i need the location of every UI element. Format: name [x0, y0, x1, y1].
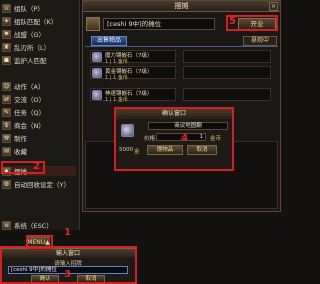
menu-item-label: 制作 — [14, 135, 27, 143]
slot-item-price: 1 | 1 金币 — [105, 74, 128, 81]
menu-item-icon: ♜ — [2, 42, 11, 52]
menu-item-icon: ✦ — [2, 16, 11, 26]
tab-divider — [85, 46, 278, 47]
slot-item-price: 1 | 1 金币 — [105, 58, 128, 65]
gem-icon — [92, 90, 102, 100]
message-button[interactable]: 悬观中 — [243, 36, 277, 46]
menu-item-2[interactable]: ⚑ 战盟（G） — [2, 29, 76, 39]
menu-item-label: 自动回收设定（Y） — [14, 181, 70, 189]
slot-currency: 金币 — [117, 58, 128, 65]
stall-slot[interactable]: 神速镶嵌石（7级） 1 | 1 金币 — [90, 88, 176, 103]
tab-sell-items[interactable]: 出售物品 — [91, 36, 127, 46]
slot-currency: 金币 — [117, 74, 128, 81]
menu-item-label: 战盟（G） — [14, 31, 46, 39]
slot-item-price: 1 | 1 金币 — [105, 96, 128, 103]
menu-item-icon: ☺ — [2, 81, 11, 91]
menu-item-10[interactable]: ⚒ 制作 — [2, 133, 76, 143]
menu-item-icon: $ — [2, 120, 11, 130]
close-icon[interactable]: × — [269, 2, 278, 11]
menu-item-6[interactable]: ☺ 动作（A） — [2, 81, 76, 91]
menu-item-label: 组队匹配（K） — [14, 18, 58, 26]
menu-item-label: 监护人匹配 — [14, 57, 47, 65]
menu-item-label: 交流（O） — [14, 96, 46, 104]
stall-window-title: 摆摊 — [83, 1, 280, 12]
menu-item-icon: ⚔ — [2, 3, 11, 13]
menu-item-icon: ✎ — [2, 107, 11, 117]
slot-price: 1 — [113, 58, 117, 65]
menu-item-14[interactable]: ⚙ 自动回收设定（Y） — [2, 179, 76, 189]
menu-item-icon: ≡ — [2, 220, 11, 230]
slot-price: 1 — [113, 96, 117, 103]
stall-window: 摆摊 × [ceshi 9中]的摊位 开业 出售物品 悬观中 魔力镶嵌石（7级）… — [82, 0, 281, 212]
stall-sign-icon — [86, 17, 100, 31]
step-number-1: 1 — [64, 227, 71, 238]
menu-item-icon: ⚙ — [2, 179, 11, 189]
menu-item-4[interactable]: ☗ 监护人匹配 — [2, 55, 76, 65]
menu-item-label: 任务（Q） — [14, 109, 46, 117]
highlight-confirm-dialog — [114, 107, 234, 171]
step-number-5: 5 — [229, 16, 236, 27]
step-number-4: 4 — [181, 133, 188, 144]
menu-item-icon: ⚑ — [2, 29, 11, 39]
slot-price: 1 — [113, 74, 117, 81]
menu-item-label: 收藏 — [14, 148, 27, 156]
step-number-2: 2 — [33, 161, 40, 172]
stall-slot[interactable] — [183, 50, 271, 63]
slot-qty: 1 — [105, 74, 109, 81]
slot-qty: 1 — [105, 96, 109, 103]
stall-name-field[interactable]: [ceshi 9中]的摊位 — [103, 18, 215, 30]
menu-item-1[interactable]: ✦ 组队匹配（K） — [2, 16, 76, 26]
menu-item-label: 动作（A） — [14, 83, 45, 91]
menu-item-label: 系统（ESC） — [14, 222, 53, 230]
menu-item-icon: ⚒ — [2, 133, 11, 143]
menu-item-3[interactable]: ♜ 乱刃所（L） — [2, 42, 76, 52]
step-number-3: 3 — [64, 269, 71, 280]
menu-item-icon: ⇄ — [2, 94, 11, 104]
stall-slot[interactable]: 黄金镶嵌石（7级） 1 | 1 金币 — [90, 66, 176, 81]
menu-item-0[interactable]: ⚔ 组队（P） — [2, 3, 76, 13]
menu-item-label: 商会（N） — [14, 122, 45, 130]
stall-slot[interactable] — [183, 66, 271, 79]
slot-qty: 1 — [105, 58, 109, 65]
menu-item-icon: ✉ — [2, 146, 11, 156]
menu-item-label: 乱刃所（L） — [14, 44, 51, 52]
gem-icon — [92, 68, 102, 78]
menu-item-8[interactable]: ✎ 任务（Q） — [2, 107, 76, 117]
slot-currency: 金币 — [117, 96, 128, 103]
menu-item-7[interactable]: ⇄ 交流（O） — [2, 94, 76, 104]
stall-slot[interactable]: 魔力镶嵌石（7级） 1 | 1 金币 — [90, 50, 176, 65]
gem-icon — [92, 52, 102, 62]
stall-slot[interactable] — [183, 88, 271, 101]
menu-item-9[interactable]: $ 商会（N） — [2, 120, 76, 130]
menu-item-label: 组队（P） — [14, 5, 44, 13]
menu-item-icon: ☗ — [2, 55, 11, 65]
main-menu-panel: ⚔ 组队（P） ✦ 组队匹配（K） ⚑ 战盟（G） ♜ 乱刃所（L） ☗ 监护人匹配 ☺ 动作（A） ⇄… — [0, 0, 80, 230]
menu-item-11[interactable]: ✉ 收藏 — [2, 146, 76, 156]
